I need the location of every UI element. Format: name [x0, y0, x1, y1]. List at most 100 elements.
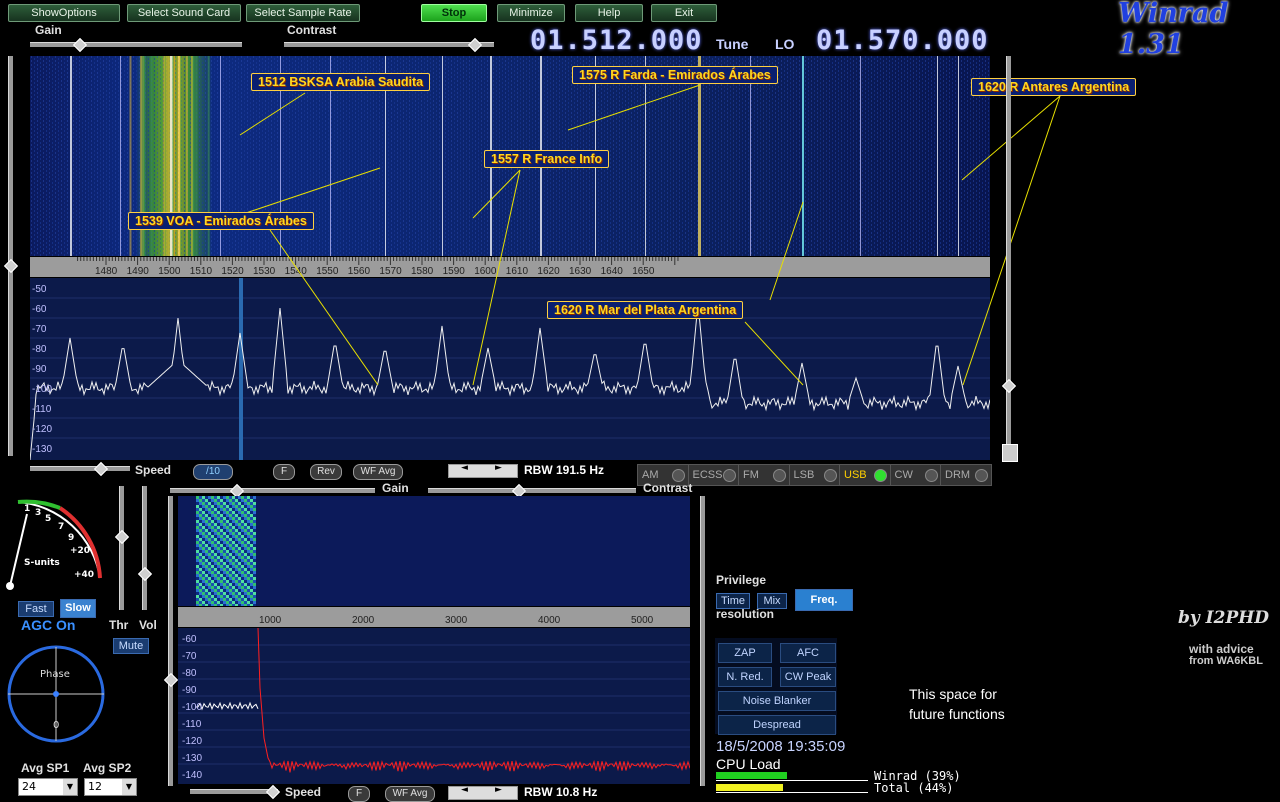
speed-slider[interactable]	[30, 461, 130, 477]
audio-waterfall-cell	[211, 562, 214, 565]
left-vertical-slider[interactable]	[3, 56, 19, 456]
show-options-button[interactable]: ShowOptions	[8, 4, 120, 22]
audio-right-slider[interactable]	[700, 496, 705, 786]
audio-rbw-stepper[interactable]: ◄ ►	[448, 785, 518, 800]
audio-waterfall-cell	[202, 547, 205, 550]
audio-waterfall-cell	[220, 601, 223, 604]
noise-reduction-button[interactable]: N. Red.	[718, 667, 772, 687]
exit-button[interactable]: Exit	[651, 4, 717, 22]
mode-fm-button[interactable]: FM	[738, 464, 790, 486]
tune-frequency[interactable]: 01.512.000	[530, 25, 703, 56]
agc-slow-button[interactable]: Slow	[60, 599, 96, 618]
audio-waterfall-cell	[253, 571, 256, 574]
audio-left-knob[interactable]	[163, 672, 179, 688]
audio-waterfall-cell	[226, 547, 229, 550]
audio-waterfall-cell	[250, 508, 253, 511]
audio-waterfall-cell	[238, 547, 241, 550]
audio-speed-knob[interactable]	[265, 784, 281, 800]
audio-waterfall-cell	[199, 499, 202, 502]
thr-slider[interactable]	[114, 486, 130, 610]
wf-avg-button[interactable]: WF Avg	[353, 464, 403, 480]
mode-drm-button[interactable]: DRM	[940, 464, 992, 486]
help-button[interactable]: Help	[575, 4, 643, 22]
gain-slider[interactable]	[30, 37, 242, 53]
audio-spectrum[interactable]	[178, 628, 690, 784]
audio-waterfall-cell	[250, 562, 253, 565]
lo-frequency[interactable]: 01.570.000	[816, 25, 989, 56]
despread-button[interactable]: Despread	[718, 715, 836, 735]
mode-usb-button[interactable]: USB	[839, 464, 891, 486]
audio-waterfall-cell	[247, 550, 250, 553]
audio-waterfall-cell	[229, 538, 232, 541]
sub-gain-slider[interactable]	[170, 483, 375, 499]
f-button[interactable]: F	[273, 464, 295, 480]
audio-waterfall-cell	[247, 502, 250, 505]
audio-waterfall-cell	[241, 604, 244, 606]
noise-blanker-button[interactable]: Noise Blanker	[718, 691, 836, 711]
minimize-button[interactable]: Minimize	[497, 4, 565, 22]
rev-button[interactable]: Rev	[310, 464, 342, 480]
rbw-stepper[interactable]: ◄ ►	[448, 463, 518, 478]
mode-lsb-button[interactable]: LSB	[788, 464, 841, 486]
vol-knob[interactable]	[137, 566, 153, 582]
audio-waterfall-cell	[250, 502, 253, 505]
spectrum-display[interactable]	[30, 278, 990, 460]
audio-waterfall-cell	[202, 556, 205, 559]
agc-fast-button[interactable]: Fast	[18, 601, 54, 617]
audio-rbw-left-arrow-icon[interactable]: ◄	[461, 785, 468, 795]
audio-waterfall-cell	[205, 586, 208, 589]
speed-value-button[interactable]: /10	[193, 464, 233, 480]
thr-knob[interactable]	[114, 529, 130, 545]
avg-sp1-select[interactable]: 24 ▼	[18, 778, 78, 796]
audio-waterfall-cell	[211, 511, 214, 514]
audio-waterfall[interactable]	[178, 496, 690, 606]
mode-cw-button[interactable]: CW	[889, 464, 942, 486]
chevron-down-icon[interactable]: ▼	[63, 779, 77, 795]
audio-waterfall-cell	[211, 556, 214, 559]
audio-speed-slider[interactable]	[190, 784, 281, 800]
right-vertical-knob[interactable]	[1001, 378, 1017, 394]
audio-waterfall-cell	[250, 514, 253, 517]
audio-rbw-right-arrow-icon[interactable]: ►	[495, 785, 502, 795]
zap-button[interactable]: ZAP	[718, 643, 772, 663]
audio-waterfall-cell	[217, 592, 220, 595]
chevron-down-icon[interactable]: ▼	[122, 779, 136, 795]
audio-waterfall-cell	[250, 499, 253, 502]
audio-waterfall-cell	[235, 514, 238, 517]
afc-button[interactable]: AFC	[780, 643, 836, 663]
gain-slider-knob[interactable]	[72, 37, 88, 53]
left-vertical-knob[interactable]	[3, 258, 19, 274]
select-sound-card-button[interactable]: Select Sound Card	[127, 4, 241, 22]
tune-cursor[interactable]	[239, 278, 243, 460]
stop-button[interactable]: Stop	[421, 4, 487, 22]
vol-slider[interactable]	[137, 486, 153, 610]
audio-waterfall-cell	[226, 589, 229, 592]
contrast-slider[interactable]	[284, 37, 494, 53]
mute-button[interactable]: Mute	[113, 638, 149, 654]
audio-waterfall-cell	[202, 541, 205, 544]
mode-ecss-button[interactable]: ECSS	[687, 464, 740, 486]
cw-peak-button[interactable]: CW Peak	[780, 667, 836, 687]
speed-slider-knob[interactable]	[93, 461, 109, 477]
audio-waterfall-cell	[205, 511, 208, 514]
audio-left-slider[interactable]	[163, 496, 179, 786]
audio-waterfall-cell	[232, 496, 235, 499]
audio-waterfall-cell	[223, 505, 226, 508]
avg-sp2-select[interactable]: 12 ▼	[84, 778, 137, 796]
spectrum-y-tick: -120	[32, 424, 53, 435]
privilege-freq-button[interactable]: Freq.	[795, 589, 853, 611]
audio-waterfall-cell	[232, 517, 235, 520]
rbw-right-arrow-icon[interactable]: ►	[495, 463, 502, 473]
select-sample-rate-button[interactable]: Select Sample Rate	[246, 4, 360, 22]
audio-waterfall-cell	[250, 511, 253, 514]
contrast-slider-knob[interactable]	[467, 37, 483, 53]
audio-waterfall-cell	[229, 535, 232, 538]
sub-contrast-slider[interactable]	[428, 483, 636, 499]
scroll-handle[interactable]	[1002, 444, 1018, 462]
right-vertical-slider[interactable]	[1001, 56, 1017, 456]
rbw-left-arrow-icon[interactable]: ◄	[461, 463, 468, 473]
audio-waterfall-cell	[199, 595, 202, 598]
audio-waterfall-cell	[223, 562, 226, 565]
audio-y-tick: -110	[182, 719, 202, 730]
audio-waterfall-cell	[205, 598, 208, 601]
